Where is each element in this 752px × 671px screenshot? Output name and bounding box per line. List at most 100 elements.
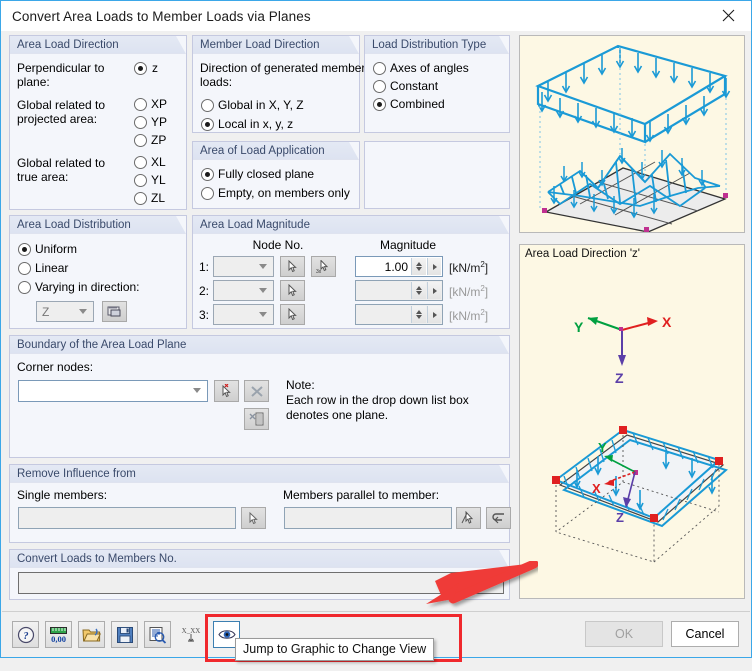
label-single-members: Single members: [17, 488, 108, 502]
cancel-button[interactable]: Cancel [671, 621, 739, 647]
ok-button[interactable]: OK [585, 621, 663, 647]
group-header: Area Load Distribution [10, 216, 186, 234]
magnitude-stepper-2[interactable] [411, 282, 426, 299]
chevron-down-icon [259, 287, 268, 294]
svg-text:X: X [592, 481, 601, 496]
group-area-load-magnitude: Area Load Magnitude Node No. Magnitude 1… [192, 215, 510, 329]
svg-text:Z: Z [615, 370, 624, 386]
delete-row-icon[interactable] [244, 380, 269, 402]
radio-constant[interactable] [373, 80, 386, 93]
svg-text:X: X [662, 314, 672, 330]
pick-members-icon[interactable] [241, 507, 266, 529]
members-parallel-input[interactable] [284, 507, 452, 529]
group-header: Area of Load Application [193, 142, 359, 160]
graphic-caption: Area Load Direction 'z' [525, 248, 640, 260]
chevron-down-icon [259, 263, 268, 270]
radio-linear[interactable] [18, 262, 31, 275]
radio-uniform[interactable] [18, 243, 31, 256]
save-icon [116, 626, 133, 643]
magnitude-input-1[interactable]: 1.00 [355, 256, 443, 277]
radio-dir-zl[interactable] [134, 192, 147, 205]
eye-icon [217, 630, 236, 639]
help-button[interactable]: ? [12, 621, 39, 648]
magnitude-stepper-1[interactable] [411, 258, 426, 275]
radio-label-axes-of-angles: Axes of angles [390, 61, 469, 75]
close-icon[interactable] [705, 1, 751, 30]
corner-nodes-combo[interactable] [18, 380, 208, 402]
label-members-parallel: Members parallel to member: [283, 488, 440, 502]
set-value-button[interactable]: X_XX [177, 621, 204, 648]
radio-label-local-xyz: Local in x, y, z [218, 117, 294, 131]
radio-label-xl: XL [151, 155, 166, 169]
radio-label-varying: Varying in direction: [35, 280, 140, 294]
load-defaults-button[interactable] [78, 621, 105, 648]
varying-direction-combo[interactable]: Z [36, 301, 94, 322]
svg-text:?: ? [23, 631, 28, 642]
radio-fully-closed-plane[interactable] [201, 168, 214, 181]
label-projected-area: Global related to projected area: [17, 98, 106, 126]
node-combo-2[interactable] [213, 280, 274, 301]
pick-node-icon[interactable] [280, 280, 305, 301]
pick-node-icon[interactable] [280, 256, 305, 277]
title-bar: Convert Area Loads to Member Loads via P… [1, 1, 751, 31]
group-remove-influence: Remove Influence from Single members: Me… [9, 464, 511, 543]
radio-dir-yp[interactable] [134, 116, 147, 129]
group-header: Area Load Magnitude [193, 216, 509, 234]
radio-label-empty-members-only: Empty, on members only [218, 186, 350, 200]
radio-dir-z[interactable] [134, 62, 147, 75]
unit-1: [kN/m2] [449, 260, 489, 275]
radio-dir-xl[interactable] [134, 156, 147, 169]
node-combo-3[interactable] [213, 304, 274, 325]
select-members-icon[interactable] [486, 507, 511, 529]
radio-dir-yl[interactable] [134, 174, 147, 187]
radio-dir-zp[interactable] [134, 134, 147, 147]
group-header: Area Load Direction [10, 36, 186, 54]
pick-parallel-members-icon[interactable] [456, 507, 481, 529]
column-header-node-no: Node No. [252, 238, 304, 252]
group-area-load-direction: Area Load Direction Perpendicular to pla… [9, 35, 187, 210]
radio-label-xp: XP [151, 97, 168, 111]
save-defaults-button[interactable] [111, 621, 138, 648]
magnitude-more-3[interactable] [427, 306, 441, 323]
dialog-window: Convert Area Loads to Member Loads via P… [0, 0, 752, 662]
chevron-down-icon [193, 388, 202, 394]
radio-local-xyz[interactable] [201, 118, 214, 131]
radio-label-yp: YP [151, 115, 168, 129]
radio-global-xyz[interactable] [201, 99, 214, 112]
svg-text:Z: Z [616, 510, 624, 525]
column-header-magnitude: Magnitude [379, 238, 437, 252]
pick-direction-icon[interactable] [102, 301, 127, 322]
magnitude-more-2[interactable] [427, 282, 441, 299]
graphic-panel-top [519, 35, 745, 233]
units-button[interactable]: 0,00 [45, 621, 72, 648]
svg-text:Y: Y [598, 440, 607, 455]
pick-3-nodes-icon[interactable]: 3x [311, 256, 336, 277]
pick-node-icon[interactable] [280, 304, 305, 325]
group-header: Boundary of the Area Load Plane [10, 336, 509, 354]
magnitude-more-1[interactable] [427, 258, 441, 275]
unit-3: [kN/m2] [449, 308, 489, 323]
magnitude-input-2[interactable] [355, 280, 443, 301]
radio-empty-members-only[interactable] [201, 187, 214, 200]
label-true-area: Global related to true area: [17, 156, 106, 184]
magnitude-stepper-3[interactable] [411, 306, 426, 323]
single-members-input[interactable] [18, 507, 236, 529]
details-icon [149, 626, 167, 644]
radio-label-constant: Constant [390, 79, 439, 93]
radio-varying[interactable] [18, 281, 31, 294]
edit-list-icon[interactable] [244, 408, 269, 430]
group-boundary-area-load-plane: Boundary of the Area Load Plane Corner n… [9, 335, 510, 458]
radio-label-linear: Linear [35, 261, 69, 275]
group-header: Remove Influence from [10, 465, 509, 483]
magnitude-input-3[interactable] [355, 304, 443, 325]
radio-dir-xp[interactable] [134, 98, 147, 111]
pick-nodes-icon[interactable] [214, 380, 239, 402]
radio-label-fully-closed-plane: Fully closed plane [218, 167, 315, 181]
radio-combined[interactable] [373, 98, 386, 111]
radio-label-combined: Combined [390, 97, 445, 111]
details-button[interactable] [144, 621, 171, 648]
node-combo-1[interactable] [213, 256, 274, 277]
row-index-1: 1: [199, 260, 210, 274]
ok-button-label: OK [614, 627, 634, 641]
radio-axes-of-angles[interactable] [373, 62, 386, 75]
